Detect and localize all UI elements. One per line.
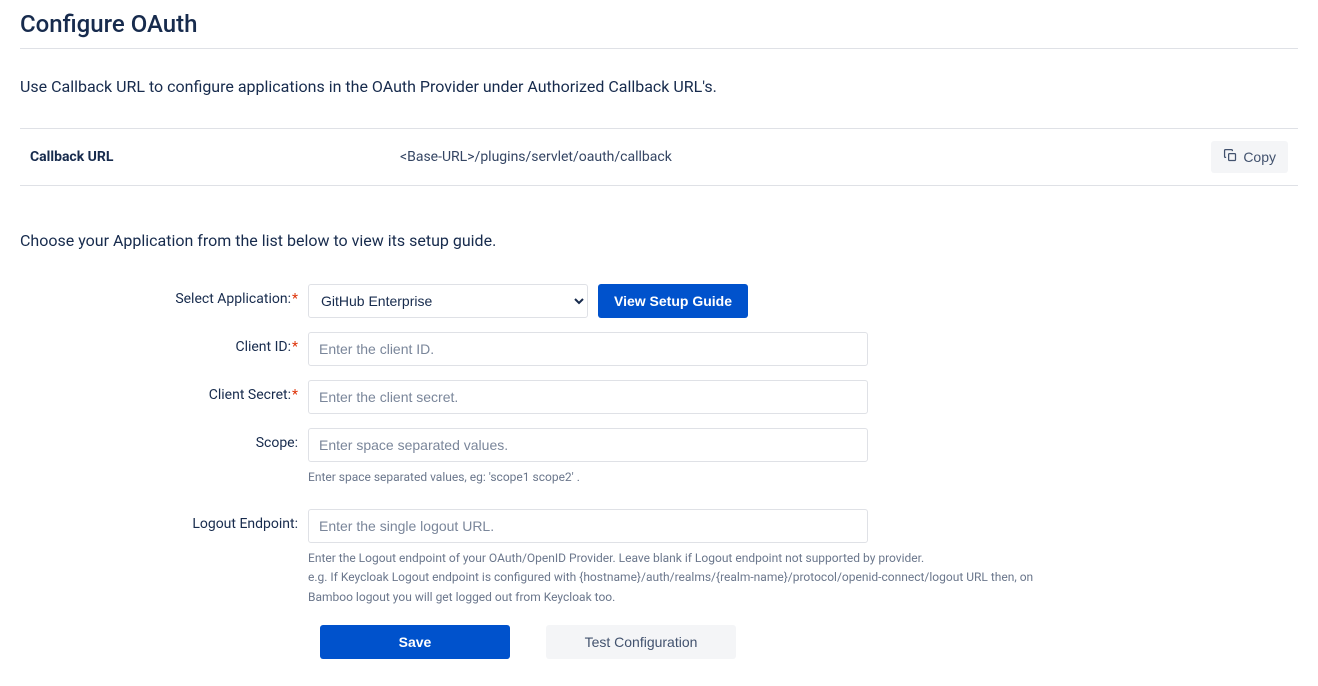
client-secret-label: Client Secret:* [20, 380, 308, 403]
form-buttons: Save Test Configuration [320, 625, 1298, 659]
scope-label: Scope: [20, 428, 308, 451]
copy-button[interactable]: Copy [1211, 141, 1288, 173]
callback-table: Callback URL <Base-URL>/plugins/servlet/… [20, 128, 1298, 186]
test-configuration-button[interactable]: Test Configuration [546, 625, 736, 659]
client-id-row: Client ID:* [20, 332, 1298, 366]
logout-endpoint-help-text-1: Enter the Logout endpoint of your OAuth/… [308, 549, 1078, 568]
client-id-input[interactable] [308, 332, 868, 366]
logout-endpoint-input[interactable] [308, 509, 868, 543]
client-secret-row: Client Secret:* [20, 380, 1298, 414]
select-application-row: Select Application:* GitHub Enterprise V… [20, 284, 1298, 318]
logout-endpoint-help-text-2: e.g. If Keycloak Logout endpoint is conf… [308, 568, 1078, 606]
copy-icon [1223, 148, 1238, 166]
scope-help-text: Enter space separated values, eg: 'scope… [308, 468, 868, 487]
callback-url-label: Callback URL [30, 149, 400, 165]
view-setup-guide-button[interactable]: View Setup Guide [598, 284, 748, 318]
select-application-dropdown[interactable]: GitHub Enterprise [308, 284, 588, 318]
scope-input[interactable] [308, 428, 868, 462]
client-secret-input[interactable] [308, 380, 868, 414]
callback-url-value: <Base-URL>/plugins/servlet/oauth/callbac… [400, 149, 1211, 165]
save-button[interactable]: Save [320, 625, 510, 659]
logout-endpoint-row: Logout Endpoint: Enter the Logout endpoi… [20, 509, 1298, 607]
client-id-label: Client ID:* [20, 332, 308, 355]
choose-app-text: Choose your Application from the list be… [20, 231, 1298, 250]
logout-endpoint-label: Logout Endpoint: [20, 509, 308, 532]
callback-row: Callback URL <Base-URL>/plugins/servlet/… [20, 129, 1298, 185]
scope-row: Scope: Enter space separated values, eg:… [20, 428, 1298, 487]
copy-button-label: Copy [1243, 149, 1276, 165]
select-application-label: Select Application:* [20, 284, 308, 307]
page-title: Configure OAuth [20, 10, 1298, 49]
intro-text: Use Callback URL to configure applicatio… [20, 77, 1298, 96]
